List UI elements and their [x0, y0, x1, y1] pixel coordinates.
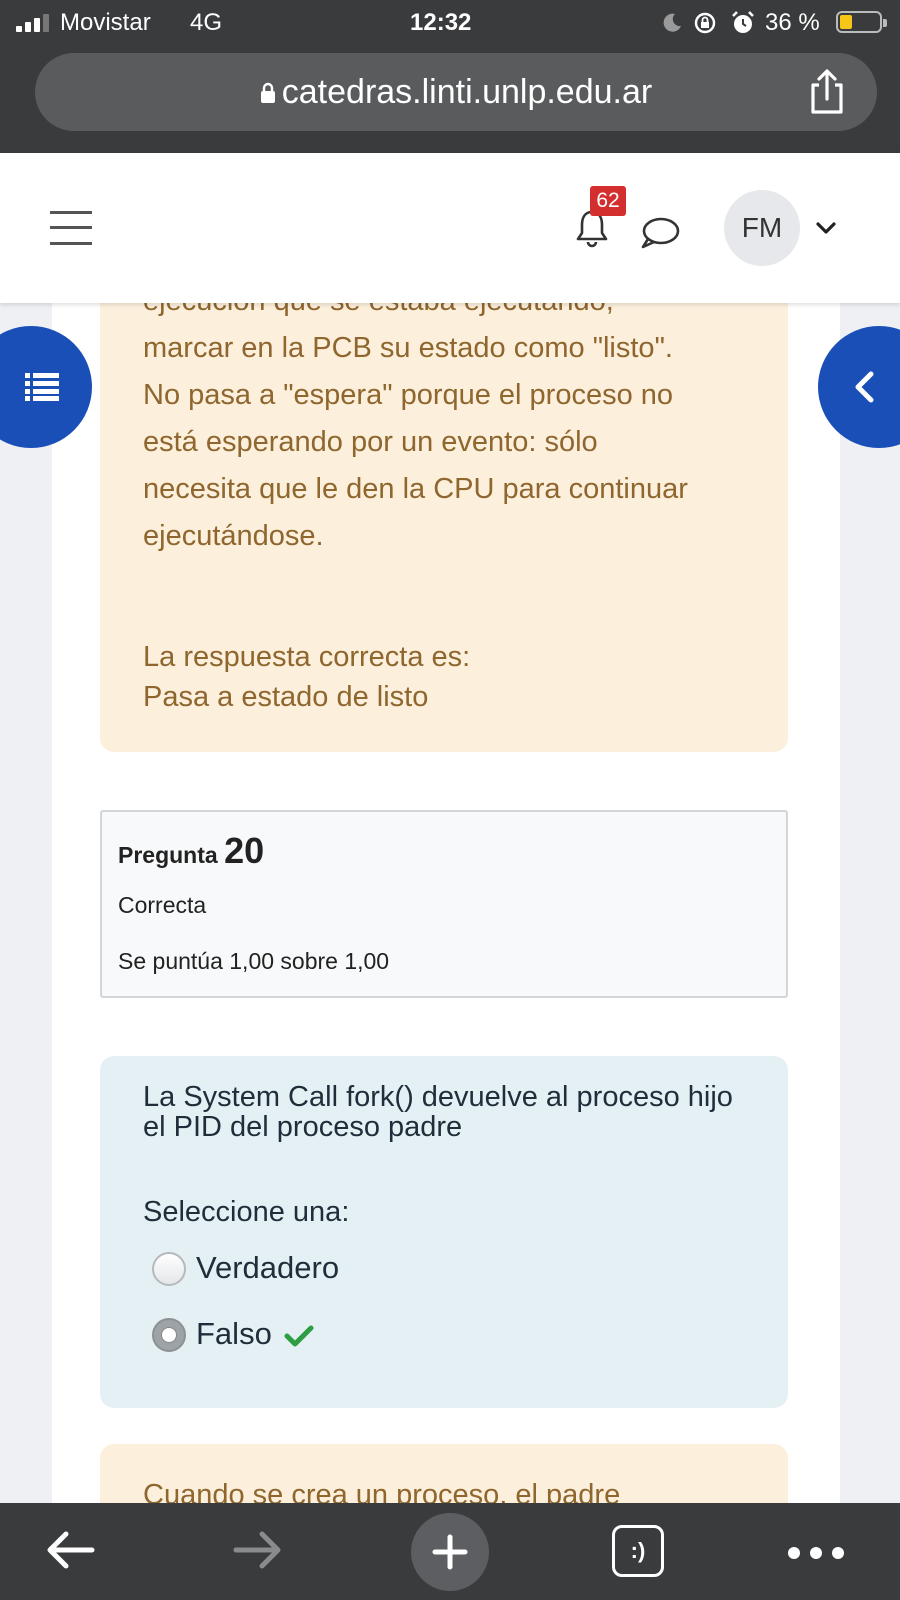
- menu-icon[interactable]: [50, 211, 92, 245]
- question-content: La System Call fork() devuelve al proces…: [100, 1056, 788, 1408]
- url-text[interactable]: catedras.linti.unlp.edu.ar: [35, 73, 877, 112]
- answer-label[interactable]: Falso: [196, 1316, 272, 1352]
- site-header: 62 FM: [0, 153, 900, 303]
- rotation-lock-icon: [694, 12, 716, 34]
- new-tab-button[interactable]: [411, 1513, 489, 1591]
- check-icon: [284, 1325, 314, 1347]
- question-prompt: La System Call fork() devuelve al proces…: [143, 1081, 733, 1143]
- radio-button[interactable]: [152, 1252, 186, 1286]
- chat-icon[interactable]: [640, 216, 680, 250]
- browser-toolbar: :): [0, 1503, 900, 1600]
- address-bar[interactable]: catedras.linti.unlp.edu.ar: [35, 53, 877, 131]
- plus-icon: [432, 1534, 468, 1570]
- browser-chrome: Movistar 4G 12:32 36 % catedras.linti.un…: [0, 0, 900, 153]
- url-value: catedras.linti.unlp.edu.ar: [281, 73, 653, 111]
- right-answer: La respuesta correcta es: Pasa a estado …: [143, 637, 763, 717]
- status-bar: Movistar 4G 12:32 36 %: [0, 0, 900, 46]
- tabs-button[interactable]: :): [612, 1525, 664, 1577]
- signal-icon: [16, 14, 52, 32]
- user-avatar[interactable]: FM: [724, 190, 800, 266]
- question-grade: Se puntúa 1,00 sobre 1,00: [118, 948, 390, 974]
- right-answer-value: Pasa a estado de listo: [143, 681, 429, 713]
- moon-icon: [663, 13, 681, 32]
- question-title: Pregunta 20: [118, 830, 264, 872]
- lock-icon: [260, 82, 275, 103]
- battery-percent: 36 %: [765, 9, 820, 36]
- chevron-down-icon[interactable]: [815, 221, 837, 235]
- battery-icon: [836, 11, 887, 33]
- question-number: 20: [224, 830, 265, 871]
- question-info: Pregunta 20 Correcta Se puntúa 1,00 sobr…: [100, 810, 788, 998]
- alarm-icon: [732, 11, 754, 33]
- answer-label[interactable]: Verdadero: [196, 1250, 339, 1286]
- chevron-left-icon: [855, 371, 874, 403]
- forward-arrow-icon[interactable]: [230, 1525, 286, 1575]
- notification-badge: 62: [590, 186, 626, 216]
- radio-button-selected[interactable]: [152, 1318, 186, 1352]
- question-label: Pregunta: [118, 842, 218, 868]
- question-feedback: contexto para salvar la integridad de la…: [100, 250, 788, 752]
- select-one-label: Seleccione una:: [143, 1196, 350, 1228]
- next-question-feedback: Cuando se crea un proceso, el padre: [100, 1444, 788, 1504]
- network-type: 4G: [190, 9, 223, 36]
- share-icon[interactable]: [807, 69, 847, 115]
- clock: 12:32: [410, 9, 472, 36]
- next-feedback-text: Cuando se crea un proceso, el padre: [143, 1479, 621, 1504]
- right-answer-label: La respuesta correcta es:: [143, 641, 471, 673]
- question-state: Correcta: [118, 892, 207, 918]
- carrier-name: Movistar: [60, 9, 151, 36]
- list-icon: [25, 373, 59, 401]
- more-options-icon[interactable]: [788, 1547, 844, 1559]
- back-arrow-icon[interactable]: [42, 1525, 98, 1575]
